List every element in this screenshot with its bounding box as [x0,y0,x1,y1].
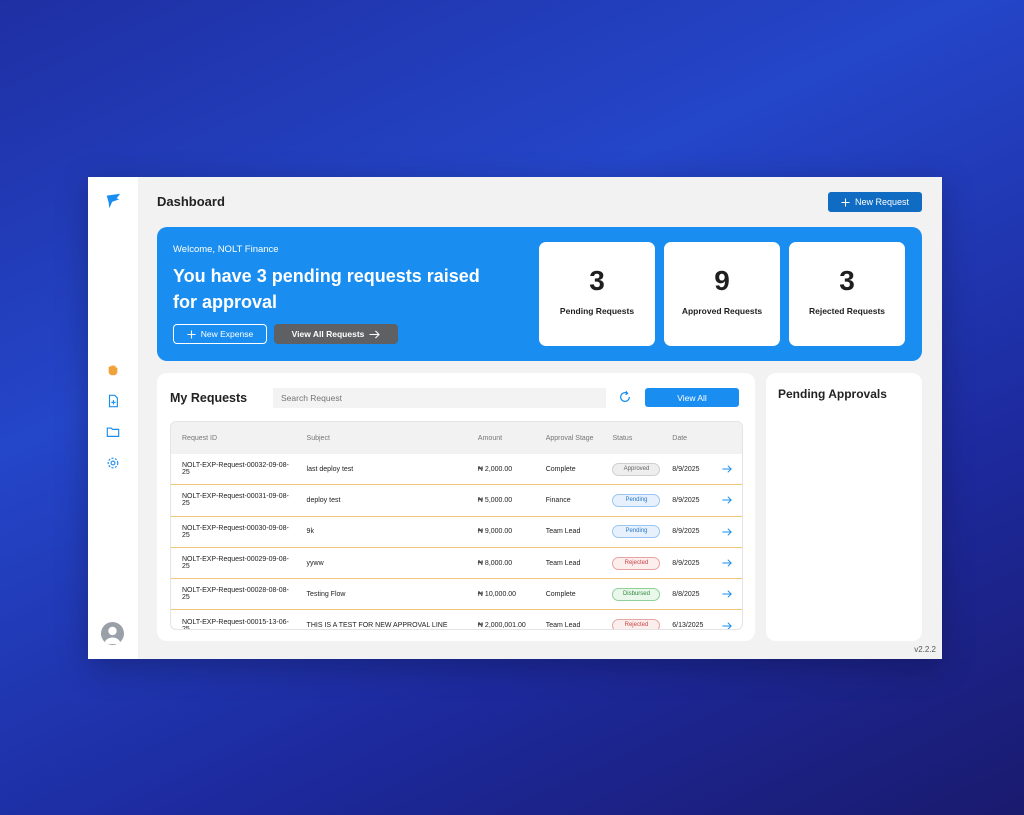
table-row[interactable]: NOLT-EXP-Request-00029-09-08-25 yyww ₦ 8,0… [171,548,742,580]
request-id: NOLT-EXP-Request-00029-09-08-25 [182,556,289,571]
request-amount: ₦ 10,000.00 [477,590,517,598]
stat-value: 9 [714,265,730,296]
status-badge: Approved [612,462,661,476]
column-header: Amount [477,434,503,442]
request-date: 8/9/2025 [672,559,700,567]
request-amount: ₦ 8,000.00 [477,559,513,567]
approval-stage: Team Lead [545,528,581,536]
stat-card-rejected[interactable]: 3 Rejected Requests [789,242,905,346]
status-badge: Pending [612,493,661,507]
table-row[interactable]: NOLT-EXP-Request-00028-08-08-25 Testing F… [171,579,742,611]
table-row[interactable]: NOLT-EXP-Request-00030-09-08-25 9k ₦ 9,000… [171,517,742,548]
stat-card-pending[interactable]: 3 Pending Requests [539,242,655,346]
gear-icon[interactable] [106,456,120,470]
user-icon [104,626,121,644]
new-request-label: New Request [854,197,910,207]
column-header: Request ID [182,434,218,442]
stat-label: Approved Requests [681,306,763,316]
new-expense-button[interactable]: New Expense [173,324,267,344]
arrow-right-icon [369,330,381,338]
status-badge: Rejected [612,556,661,570]
search-input[interactable] [273,388,606,408]
app-window: Dashboard New Request Welcome, NOLT Fina… [88,177,942,659]
plus-icon [187,329,196,339]
request-date: 8/9/2025 [672,496,700,504]
request-id: NOLT-EXP-Request-00032-09-08-25 [182,462,289,477]
column-header: Subject [306,434,330,442]
refresh-icon[interactable] [618,390,632,404]
avatar[interactable] [101,622,124,645]
new-expense-label: New Expense [200,329,254,339]
arrow-right-icon[interactable] [722,464,732,474]
view-all-button[interactable]: View All [645,388,739,407]
approval-stage: Finance [545,496,571,504]
status-badge: Pending [612,525,661,539]
column-header: Approval Stage [545,434,594,442]
welcome-text: Welcome, NOLT Finance [173,244,279,255]
request-date: 8/9/2025 [672,465,700,473]
status-badge: Rejected [612,619,661,629]
table-body: NOLT-EXP-Request-00032-09-08-25 last depl… [171,454,742,630]
request-id: NOLT-EXP-Request-00028-08-08-25 [182,587,289,602]
request-subject: THIS IS A TEST FOR NEW APPROVAL LINE [306,622,448,630]
request-subject: Testing Flow [306,590,346,598]
arrow-right-icon[interactable] [722,589,732,599]
pending-approvals-panel: Pending Approvals [766,373,922,641]
my-requests-title: My Requests [170,391,248,405]
stat-value: 3 [589,265,605,296]
request-date: 6/13/2025 [672,622,704,630]
table-row[interactable]: NOLT-EXP-Request-00032-09-08-25 last depl… [171,454,742,486]
table-row[interactable]: NOLT-EXP-Request-00015-13-06-25 THIS IS A… [171,610,742,630]
request-date: 8/9/2025 [672,528,700,536]
folder-icon[interactable] [106,425,120,439]
hand-icon[interactable] [106,363,120,377]
request-date: 8/8/2025 [672,590,700,598]
request-subject: deploy test [306,496,341,504]
request-subject: last deploy test [306,465,354,473]
request-amount: ₦ 2,000,001.00 [477,622,526,630]
approval-stage: Complete [545,590,576,598]
stat-value: 3 [839,265,855,296]
request-id: NOLT-EXP-Request-00015-13-06-25 [182,618,289,630]
approval-stage: Complete [545,465,576,473]
request-id: NOLT-EXP-Request-00031-09-08-25 [182,493,289,508]
request-id: NOLT-EXP-Request-00030-09-08-25 [182,524,289,539]
view-all-requests-label: View All Requests [291,329,365,339]
stat-label: Rejected Requests [808,306,886,316]
stat-card-approved[interactable]: 9 Approved Requests [664,242,780,346]
banner-title: You have 3 pending requests raised for a… [173,266,480,312]
arrow-right-icon[interactable] [722,558,732,568]
new-request-button[interactable]: New Request [828,192,922,212]
column-header: Status [612,434,633,442]
request-amount: ₦ 9,000.00 [477,528,513,536]
status-badge: Disbursed [612,587,661,601]
main-content: Dashboard New Request Welcome, NOLT Fina… [138,177,942,659]
request-amount: ₦ 5,000.00 [477,496,513,504]
pending-approvals-title: Pending Approvals [778,387,887,401]
approval-stage: Team Lead [545,622,581,630]
my-requests-panel: My Requests View All Request ID Subject … [157,373,755,641]
request-subject: 9k [306,528,314,536]
welcome-banner: Welcome, NOLT Finance You have 3 pending… [157,227,922,361]
arrow-right-icon[interactable] [722,495,732,505]
requests-table: Request ID Subject Amount Approval Stage… [170,421,743,630]
arrow-right-icon[interactable] [722,527,732,537]
sidebar [88,177,138,659]
logo-icon[interactable] [104,192,122,210]
page-title: Dashboard [157,194,225,209]
approval-stage: Team Lead [545,559,581,567]
file-add-icon[interactable] [106,394,120,408]
arrow-right-icon[interactable] [722,621,732,630]
version-label: v2.2.2 [914,645,936,654]
request-amount: ₦ 2,000.00 [477,465,513,473]
plus-icon [841,197,850,207]
view-all-requests-button[interactable]: View All Requests [274,324,398,344]
table-header: Request ID Subject Amount Approval Stage… [171,422,742,454]
column-header: Date [672,434,688,442]
stat-label: Pending Requests [559,306,635,316]
request-subject: yyww [306,559,324,567]
table-row[interactable]: NOLT-EXP-Request-00031-09-08-25 deploy te… [171,485,742,517]
